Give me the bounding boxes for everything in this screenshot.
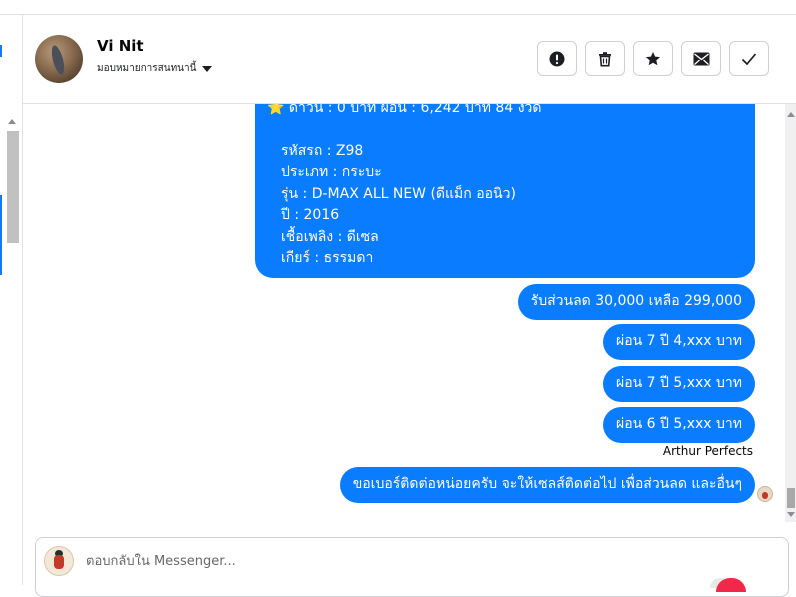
mark-unread-button[interactable] xyxy=(681,41,721,76)
message-bubble-installment-1[interactable]: ผ่อน 7 ปี 4,xxx บาท xyxy=(603,324,755,360)
page-avatar xyxy=(44,546,74,576)
star-icon xyxy=(645,51,661,65)
envelope-icon xyxy=(693,52,709,65)
contact-name[interactable]: Vi Nit xyxy=(97,37,144,55)
exclamation-circle-icon xyxy=(549,51,565,66)
message-bubble-request-phone[interactable]: ขอเบอร์ติดต่อหน่อยครับ จะให้เซลส์ติดต่อไ… xyxy=(339,467,755,503)
mark-done-button[interactable] xyxy=(729,41,769,76)
thread-scrollbar[interactable] xyxy=(785,104,796,522)
conversation-header: Vi Nit มอบหมายการสนทนานี้ xyxy=(23,15,796,104)
trash-icon xyxy=(599,51,611,66)
active-conversation-indicator xyxy=(0,195,2,275)
scroll-down-arrow-icon[interactable] xyxy=(787,512,795,517)
card-year: ปี : 2016 xyxy=(281,207,340,223)
vehicle-info-bubble[interactable]: ⭐ ดาวน์ : 0 บาท ผ่อน : 6,242 บาท 84 งวด … xyxy=(255,104,755,278)
selection-indicator xyxy=(0,45,2,57)
message-bubble-discount[interactable]: รับส่วนลด 30,000 เหลือ 299,000 xyxy=(517,284,755,320)
scroll-up-arrow-icon[interactable] xyxy=(8,119,16,124)
assign-label: มอบหมายการสนทนานี้ xyxy=(97,63,197,74)
checkmark-icon xyxy=(741,52,757,65)
reply-box[interactable] xyxy=(35,537,789,597)
left-scrollbar[interactable] xyxy=(6,115,20,585)
assign-conversation-dropdown[interactable]: มอบหมายการสนทนานี้ xyxy=(97,61,213,76)
card-gear: เกียร์ : ธรรมดา xyxy=(281,250,374,266)
scrollbar-thumb[interactable] xyxy=(7,131,19,243)
report-button[interactable] xyxy=(537,41,577,76)
reply-input[interactable] xyxy=(84,553,688,570)
sender-name: Arthur Perfects xyxy=(662,444,753,458)
card-down-payment: ⭐ ดาวน์ : 0 บาท ผ่อน : 6,242 บาท 84 งวด xyxy=(267,104,542,116)
caret-down-icon xyxy=(202,65,213,72)
card-type: ประเภท : กระบะ xyxy=(281,164,382,180)
seen-avatar xyxy=(757,486,773,502)
header-actions xyxy=(537,41,769,76)
card-car-code: รหัสรถ : Z98 xyxy=(281,142,364,159)
top-bar xyxy=(0,0,796,15)
message-bubble-installment-3[interactable]: ผ่อน 6 ปี 5,xxx บาท xyxy=(603,407,755,443)
star-button[interactable] xyxy=(633,41,673,76)
delete-button[interactable] xyxy=(585,41,625,76)
card-fuel: เชื้อเพลิง : ดีเซล xyxy=(281,228,379,245)
scrollbar-thumb[interactable] xyxy=(787,488,795,508)
contact-avatar[interactable] xyxy=(35,35,83,83)
message-thread[interactable]: ⭐ ดาวน์ : 0 บาท ผ่อน : 6,242 บาท 84 งวด … xyxy=(23,104,785,519)
scroll-up-arrow-icon[interactable] xyxy=(787,112,795,117)
card-model: รุ่น : D-MAX ALL NEW (ดีแม็ก ออนิว) xyxy=(281,185,516,202)
message-bubble-installment-2[interactable]: ผ่อน 7 ปี 5,xxx บาท xyxy=(603,366,755,402)
card-spacer xyxy=(267,120,741,141)
